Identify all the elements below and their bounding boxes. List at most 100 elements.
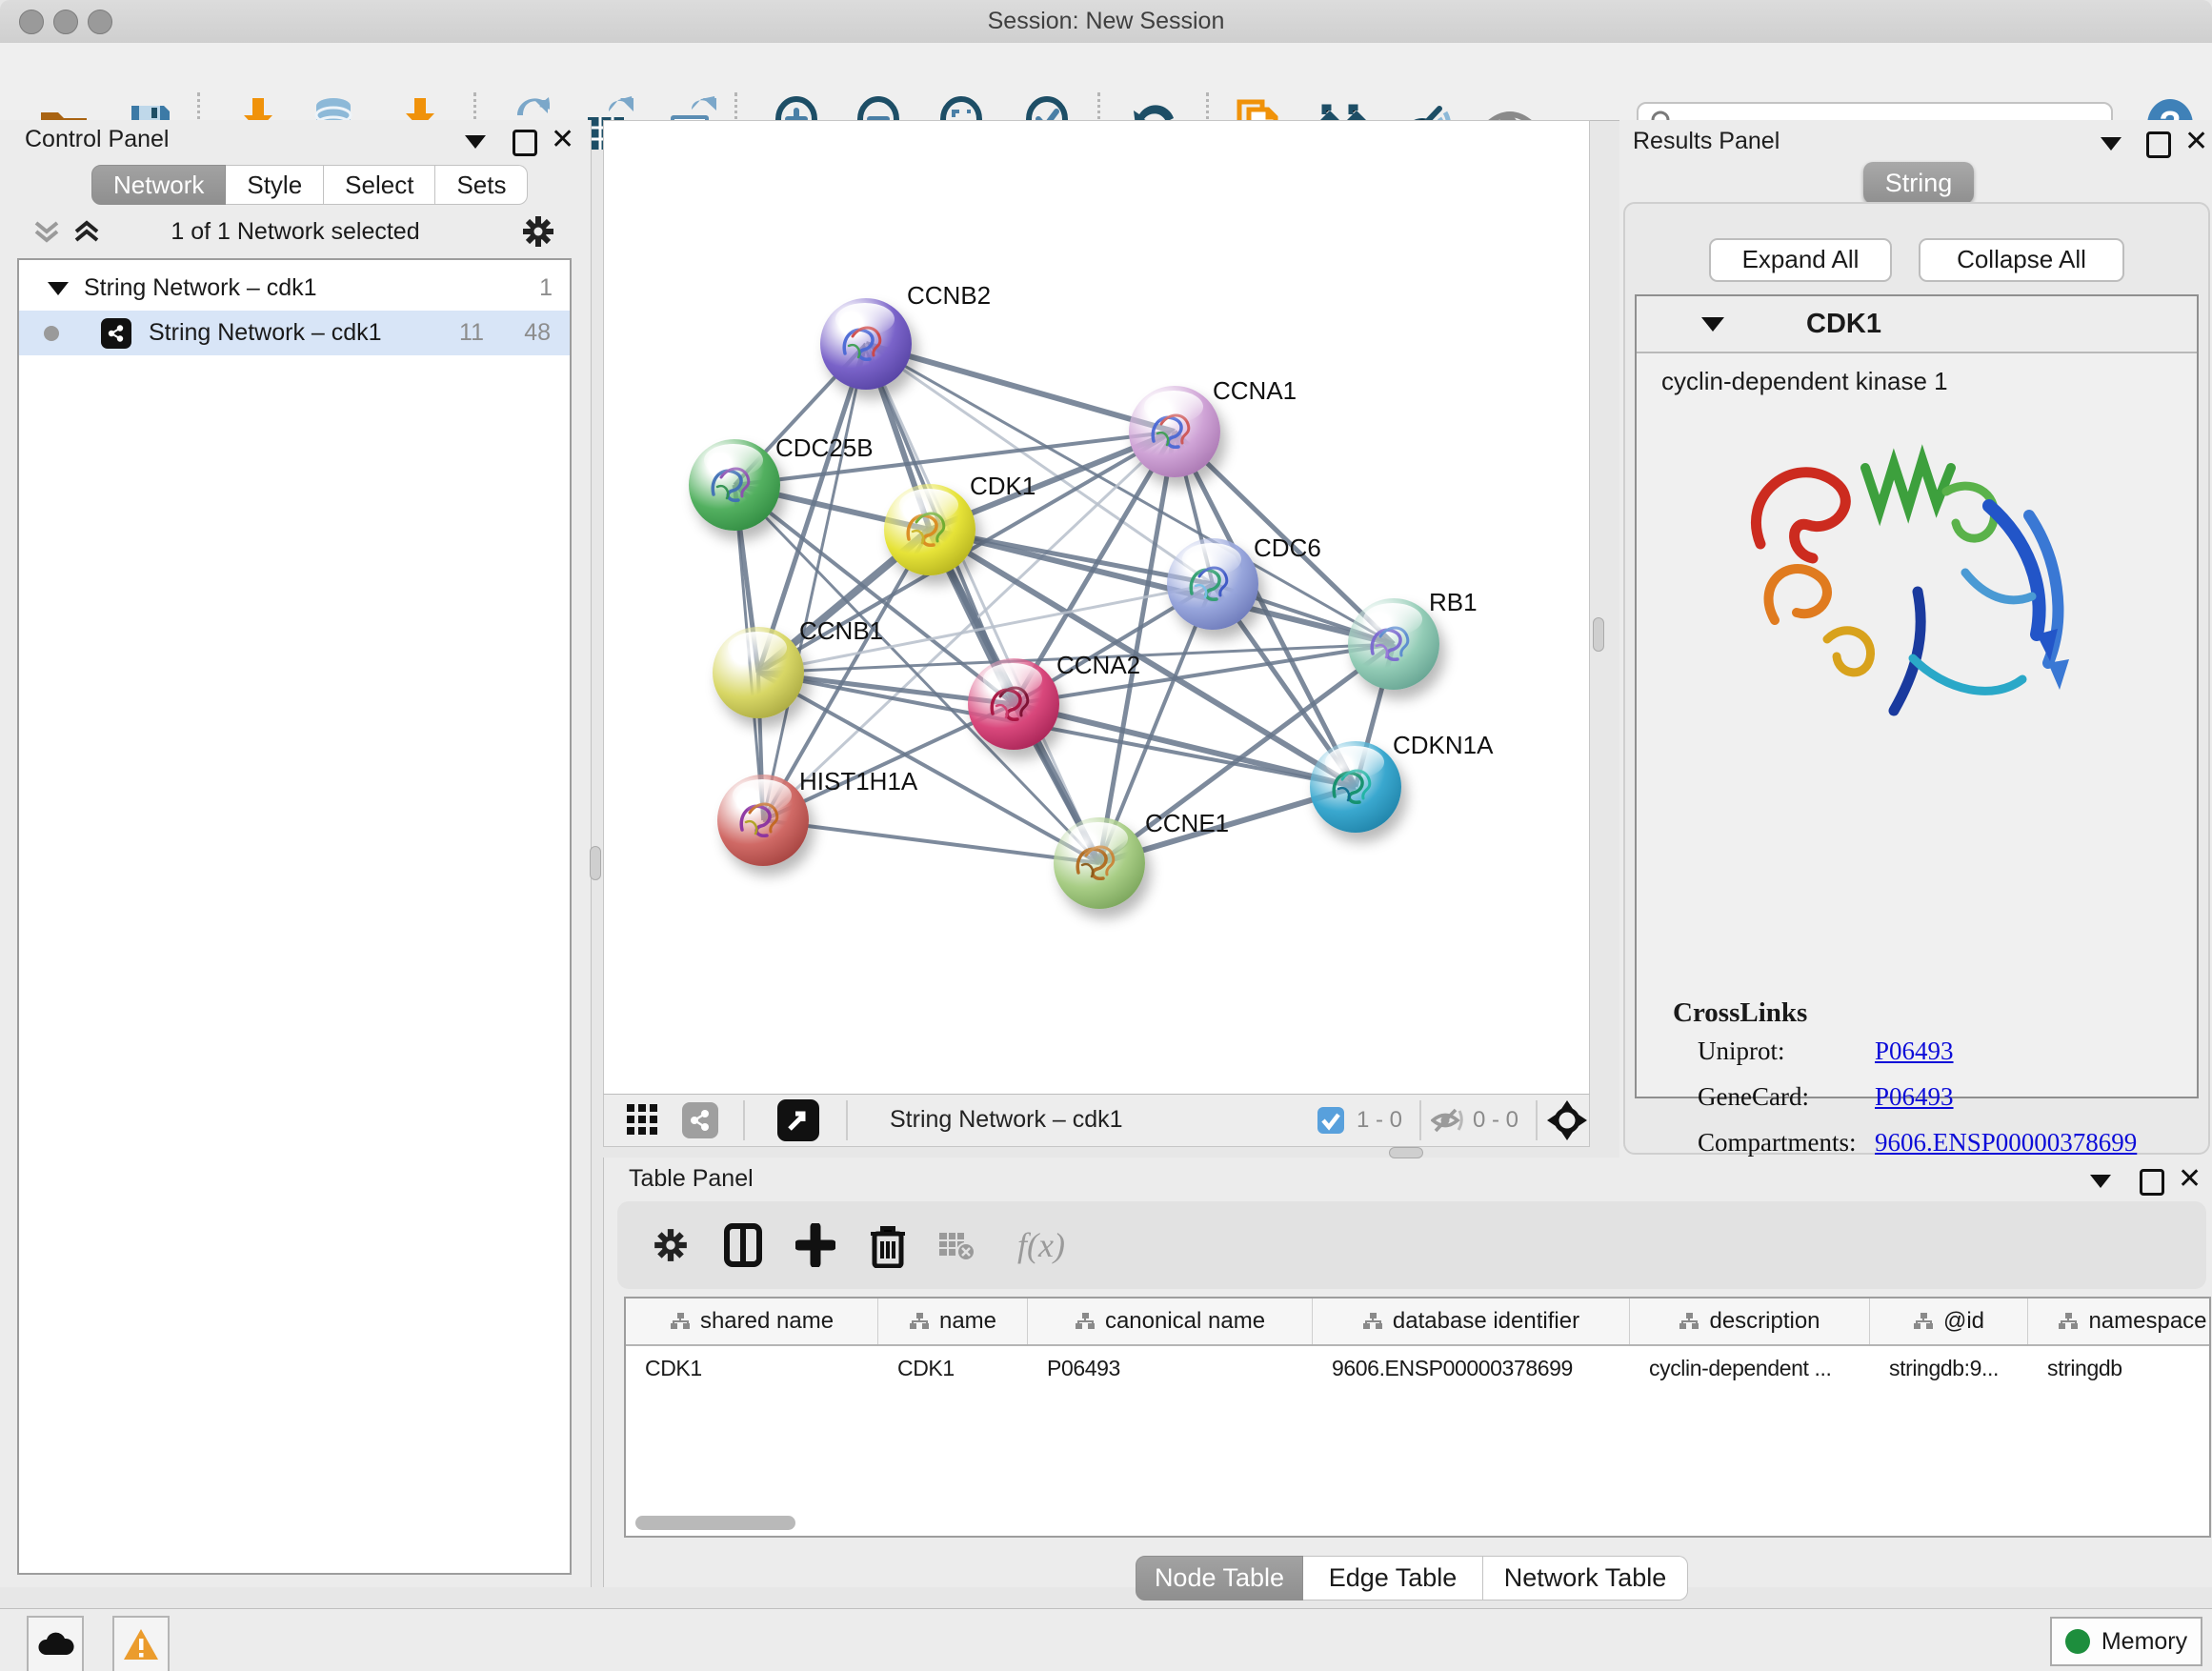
crosslink-link[interactable]: P06493 <box>1875 1082 1954 1112</box>
network-node-ccne1[interactable] <box>1054 817 1145 909</box>
cytoscape-window: Session: New Session <box>0 0 2212 1671</box>
gene-entry-header[interactable]: CDK1 <box>1637 296 2197 353</box>
delete-column-trash-icon[interactable] <box>861 1218 915 1272</box>
crosslink-row: Uniprot:P06493 <box>1698 1037 2197 1066</box>
tab-edge-table[interactable]: Edge Table <box>1303 1556 1483 1601</box>
table-cell[interactable]: CDK1 <box>626 1356 878 1381</box>
network-collection-row[interactable]: String Network – cdk1 1 <box>19 266 570 311</box>
window-title: Session: New Session <box>0 8 2212 35</box>
gene-expander-icon[interactable] <box>1701 317 1724 332</box>
column-header-name[interactable]: name <box>878 1299 1028 1344</box>
collapse-all-button[interactable]: Collapse All <box>1919 238 2124 282</box>
column-header-namespace[interactable]: namespace <box>2028 1299 2212 1344</box>
results-panel-collapse-icon[interactable] <box>2101 137 2122 151</box>
column-header-shared-name[interactable]: shared name <box>626 1299 878 1344</box>
network-row[interactable]: String Network – cdk1 11 48 <box>19 311 570 355</box>
expand-all-networks-icon[interactable] <box>72 217 101 251</box>
gene-entry-panel: CDK1 cyclin-dependent kinase 1 <box>1635 294 2199 1098</box>
hidden-eye-icon <box>1431 1106 1465 1139</box>
gene-name: CDK1 <box>1806 309 1881 340</box>
network-node-cdkn1a[interactable] <box>1310 741 1401 833</box>
network-edge[interactable] <box>763 820 1099 863</box>
memory-button[interactable]: Memory <box>2050 1617 2202 1666</box>
tab-network-table[interactable]: Network Table <box>1483 1556 1688 1601</box>
control-panel-close-icon[interactable]: ✕ <box>551 130 574 153</box>
column-header-database-identifier[interactable]: database identifier <box>1313 1299 1630 1344</box>
column-header-canonical-name[interactable]: canonical name <box>1028 1299 1313 1344</box>
tab-select[interactable]: Select <box>324 165 435 205</box>
tab-network[interactable]: Network <box>91 165 226 205</box>
table-cell[interactable]: P06493 <box>1028 1356 1313 1381</box>
network-node-rb1[interactable] <box>1348 598 1439 690</box>
network-options-gear-icon[interactable] <box>520 213 556 254</box>
network-selection-status: 1 of 1 Network selected <box>114 218 476 246</box>
sphere-highlight <box>1144 391 1203 423</box>
node-label-cdk1: CDK1 <box>970 472 1036 501</box>
column-header--id[interactable]: @id <box>1870 1299 2028 1344</box>
vertical-splitter-left[interactable] <box>590 846 601 880</box>
table-header-row: shared namenamecanonical namedatabase id… <box>626 1299 2209 1346</box>
string-network-icon <box>101 318 131 349</box>
network-node-cdc25b[interactable] <box>689 439 780 531</box>
selected-checkbox-icon[interactable] <box>1317 1106 1345 1139</box>
horizontal-scrollbar-thumb[interactable] <box>635 1516 795 1530</box>
crosslink-link[interactable]: 9606.ENSP00000378699 <box>1875 1128 2137 1158</box>
tab-node-table[interactable]: Node Table <box>1136 1556 1303 1601</box>
network-node-ccnb1[interactable] <box>713 627 804 718</box>
tab-string[interactable]: String <box>1863 162 1974 204</box>
tab-style[interactable]: Style <box>226 165 324 205</box>
network-node-cdk1[interactable] <box>884 484 975 575</box>
cloud-icon[interactable] <box>27 1616 84 1671</box>
results-panel-float-icon[interactable] <box>2146 131 2171 158</box>
results-panel-close-icon[interactable]: ✕ <box>2184 131 2208 155</box>
table-panel-float-icon[interactable] <box>2140 1169 2164 1196</box>
network-edge[interactable] <box>763 344 866 820</box>
protein-structure-image <box>1722 401 2122 792</box>
column-type-icon <box>1679 1312 1699 1331</box>
network-node-cdc6[interactable] <box>1167 538 1258 630</box>
vertical-splitter-right[interactable] <box>1593 617 1604 652</box>
network-node-ccna2[interactable] <box>968 658 1059 750</box>
fit-selected-crosshair-icon[interactable] <box>1547 1100 1587 1145</box>
crosslink-link[interactable]: P06493 <box>1875 1037 1954 1066</box>
network-node-ccna1[interactable] <box>1129 386 1220 477</box>
table-row[interactable]: CDK1CDK1P064939606.ENSP00000378699cyclin… <box>626 1346 2209 1390</box>
column-type-icon <box>1075 1312 1096 1331</box>
horizontal-splitter[interactable] <box>1389 1147 1423 1158</box>
sphere-highlight <box>733 779 792 812</box>
crosslinks-title: CrossLinks <box>1673 997 2197 1029</box>
network-viewport[interactable]: CCNB2CCNA1CDC25BCDK1CDC6RB1CCNB1CCNA2CDK… <box>603 120 1590 1096</box>
table-cell[interactable]: cyclin-dependent ... <box>1630 1356 1870 1381</box>
table-cell[interactable]: 9606.ENSP00000378699 <box>1313 1356 1630 1381</box>
control-panel-float-icon[interactable] <box>513 130 537 156</box>
table-cell[interactable]: CDK1 <box>878 1356 1028 1381</box>
show-columns-icon[interactable] <box>716 1218 770 1272</box>
warning-icon[interactable] <box>112 1616 170 1671</box>
tab-sets[interactable]: Sets <box>435 165 528 205</box>
string-style-icon[interactable] <box>682 1102 718 1138</box>
collapse-all-networks-icon[interactable] <box>32 217 61 251</box>
table-options-gear-icon[interactable] <box>644 1218 697 1272</box>
title-bar[interactable]: Session: New Session <box>0 0 2212 44</box>
open-in-string-icon[interactable] <box>777 1099 819 1141</box>
table-panel-close-icon[interactable]: ✕ <box>2178 1169 2202 1193</box>
network-node-hist1h1a[interactable] <box>717 775 809 866</box>
table-panel: Table Panel ✕ f(x) shared <box>603 1158 2212 1587</box>
crosslink-label: Compartments: <box>1698 1128 1875 1158</box>
string-results-container: Expand All Collapse All CDK1 cyclin-depe… <box>1623 202 2210 1155</box>
table-cell[interactable]: stringdb:9... <box>1870 1356 2028 1381</box>
network-tree: String Network – cdk1 1 String Network –… <box>17 258 572 1575</box>
table-cell[interactable]: stringdb <box>2028 1356 2212 1381</box>
column-header-description[interactable]: description <box>1630 1299 1870 1344</box>
birdseye-view-icon[interactable] <box>627 1104 659 1141</box>
create-column-icon[interactable] <box>789 1218 842 1272</box>
expand-all-button[interactable]: Expand All <box>1709 238 1892 282</box>
edge-count: 48 <box>524 319 551 347</box>
column-type-icon <box>909 1312 930 1331</box>
delete-table-icon <box>930 1218 983 1272</box>
sphere-highlight <box>1069 822 1128 855</box>
network-node-ccnb2[interactable] <box>820 298 912 390</box>
control-panel-collapse-icon[interactable] <box>465 135 486 149</box>
table-panel-collapse-icon[interactable] <box>2090 1175 2111 1188</box>
tree-expander-icon[interactable] <box>48 282 69 295</box>
